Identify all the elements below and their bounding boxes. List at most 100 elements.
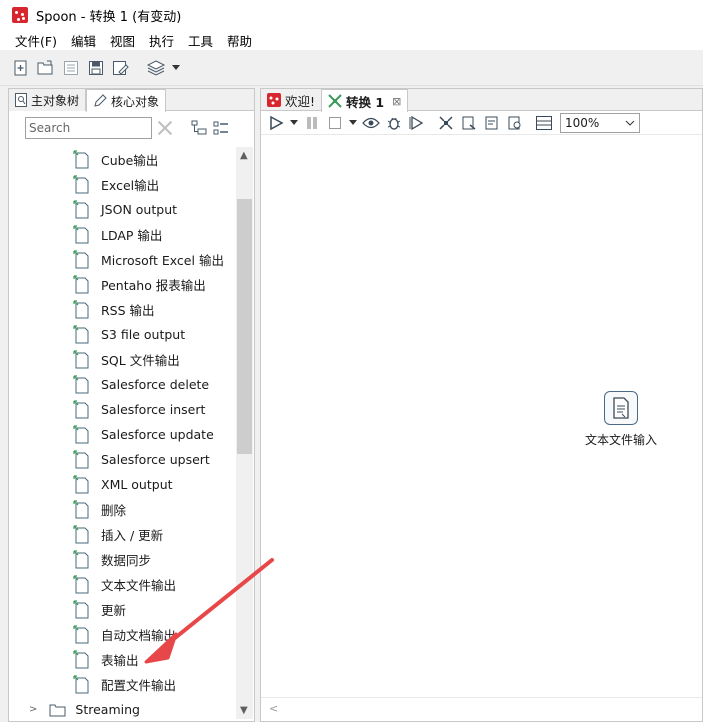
open-file-button[interactable]: [35, 57, 57, 79]
impact-button[interactable]: [458, 112, 480, 134]
salesforce-update-icon: [73, 424, 93, 445]
tree-item[interactable]: Microsoft Excel 输出: [9, 247, 235, 272]
debug-button[interactable]: [383, 112, 405, 134]
tree-item[interactable]: S3 file output: [9, 322, 235, 347]
stop-button[interactable]: [324, 112, 346, 134]
menu-bar: 文件(F) 编辑 视图 执行 工具 帮助: [0, 30, 703, 50]
salesforce-delete-icon: [73, 374, 93, 395]
tree-item[interactable]: 表输出: [9, 647, 235, 672]
tree-item[interactable]: Salesforce insert: [9, 397, 235, 422]
tree-item[interactable]: 数据同步: [9, 547, 235, 572]
run-dropdown[interactable]: [288, 112, 300, 134]
expand-all-button[interactable]: [190, 119, 208, 137]
save-icon: [89, 60, 103, 75]
explore-db-button[interactable]: [504, 112, 526, 134]
new-file-button[interactable]: [10, 57, 32, 79]
run-button[interactable]: [265, 112, 287, 134]
impact-icon: [462, 116, 476, 130]
perspective-dropdown[interactable]: [170, 57, 182, 79]
left-scrollbar[interactable]: ▲ ▼: [236, 147, 253, 719]
xml-output-icon: [73, 474, 93, 495]
menu-run[interactable]: 执行: [142, 31, 181, 50]
bug-icon: [387, 117, 401, 130]
tree-item[interactable]: SQL 文件输出: [9, 347, 235, 372]
tab-core-objects[interactable]: 核心对象: [86, 89, 167, 112]
tree-item-label: 表输出: [101, 653, 139, 668]
tree-item[interactable]: Excel输出: [9, 172, 235, 197]
tree-item[interactable]: 插入 / 更新: [9, 522, 235, 547]
tree-item-label: Cube输出: [101, 153, 159, 168]
tree-item-label: LDAP 输出: [101, 228, 163, 243]
menu-file[interactable]: 文件(F): [8, 31, 64, 50]
text-output-icon: [73, 574, 93, 595]
step-text-file-input[interactable]: 文本文件输入: [581, 391, 661, 448]
tree-item[interactable]: Cube输出: [9, 147, 235, 172]
tree-item[interactable]: 自动文档输出: [9, 622, 235, 647]
tree-folder-streaming[interactable]: > Streaming: [9, 697, 235, 719]
pause-button[interactable]: [301, 112, 323, 134]
clear-search-icon[interactable]: [156, 119, 174, 137]
canvas-hscrollbar[interactable]: <: [261, 697, 702, 721]
tree-item[interactable]: JSON output: [9, 197, 235, 222]
delete-icon: [73, 499, 93, 520]
salesforce-upsert-icon: [73, 449, 93, 470]
menu-tools[interactable]: 工具: [181, 31, 220, 50]
save-as-button[interactable]: [110, 57, 132, 79]
chevron-down-icon: [172, 64, 180, 70]
folder-icon: [49, 704, 66, 716]
tree-item[interactable]: 删除: [9, 497, 235, 522]
tree-item-label: Salesforce delete: [101, 377, 210, 392]
tree-item[interactable]: LDAP 输出: [9, 222, 235, 247]
menu-view[interactable]: 视图: [103, 31, 142, 50]
save-button[interactable]: [85, 57, 107, 79]
scroll-down-icon[interactable]: ▼: [240, 705, 248, 716]
verify-button[interactable]: [435, 112, 457, 134]
tree-item-label: S3 file output: [101, 327, 186, 342]
tree-item[interactable]: 更新: [9, 597, 235, 622]
canvas-toolbar: 100%: [261, 111, 702, 135]
tab-welcome[interactable]: 欢迎!: [261, 89, 321, 111]
explore-repo-button[interactable]: [60, 57, 82, 79]
replay-button[interactable]: [406, 112, 428, 134]
scroll-left-icon[interactable]: <: [269, 702, 278, 715]
perspective-button[interactable]: [145, 57, 167, 79]
editor-tabs: 欢迎! 转换 1 ⊠: [261, 89, 702, 112]
scroll-up-icon[interactable]: ▲: [240, 150, 248, 161]
zoom-value: 100%: [565, 115, 600, 130]
search-input[interactable]: [25, 117, 152, 139]
tab-transformation-1[interactable]: 转换 1 ⊠: [321, 89, 409, 112]
tree-item[interactable]: 文本文件输出: [9, 572, 235, 597]
show-results-button[interactable]: [533, 112, 555, 134]
menu-help[interactable]: 帮助: [220, 31, 259, 50]
tree-item[interactable]: 配置文件输出: [9, 672, 235, 697]
stop-dropdown[interactable]: [347, 112, 359, 134]
tree-item[interactable]: Salesforce delete: [9, 372, 235, 397]
tree-search-icon: [15, 93, 27, 107]
chevron-down-icon: [290, 119, 298, 125]
scroll-thumb[interactable]: [237, 199, 252, 454]
save-as-icon: [113, 60, 129, 75]
zoom-select[interactable]: 100%: [560, 112, 640, 133]
transformation-canvas[interactable]: 文本文件输入: [261, 136, 702, 696]
collapse-all-button[interactable]: [212, 119, 230, 137]
open-folder-icon: [37, 60, 53, 74]
transformation-icon: [328, 94, 342, 108]
tree-item-label: SQL 文件输出: [101, 353, 180, 368]
menu-edit[interactable]: 编辑: [64, 31, 103, 50]
tree-item[interactable]: XML output: [9, 472, 235, 497]
tab-main-tree[interactable]: 主对象树: [9, 89, 87, 111]
collapse-tree-icon: [213, 121, 228, 135]
step-label: 文本文件输入: [584, 433, 657, 447]
tree-item[interactable]: Salesforce update: [9, 422, 235, 447]
preview-button[interactable]: [360, 112, 382, 134]
tree-item[interactable]: Pentaho 报表输出: [9, 272, 235, 297]
sql-button[interactable]: [481, 112, 503, 134]
report-output-icon: [73, 274, 93, 295]
tree-item[interactable]: RSS 输出: [9, 297, 235, 322]
search-row: [9, 111, 254, 145]
layers-icon: [146, 59, 166, 76]
rss-output-icon: [73, 299, 93, 320]
verify-icon: [439, 115, 453, 130]
tree-item[interactable]: Salesforce upsert: [9, 447, 235, 472]
close-tab-icon[interactable]: ⊠: [392, 95, 401, 108]
